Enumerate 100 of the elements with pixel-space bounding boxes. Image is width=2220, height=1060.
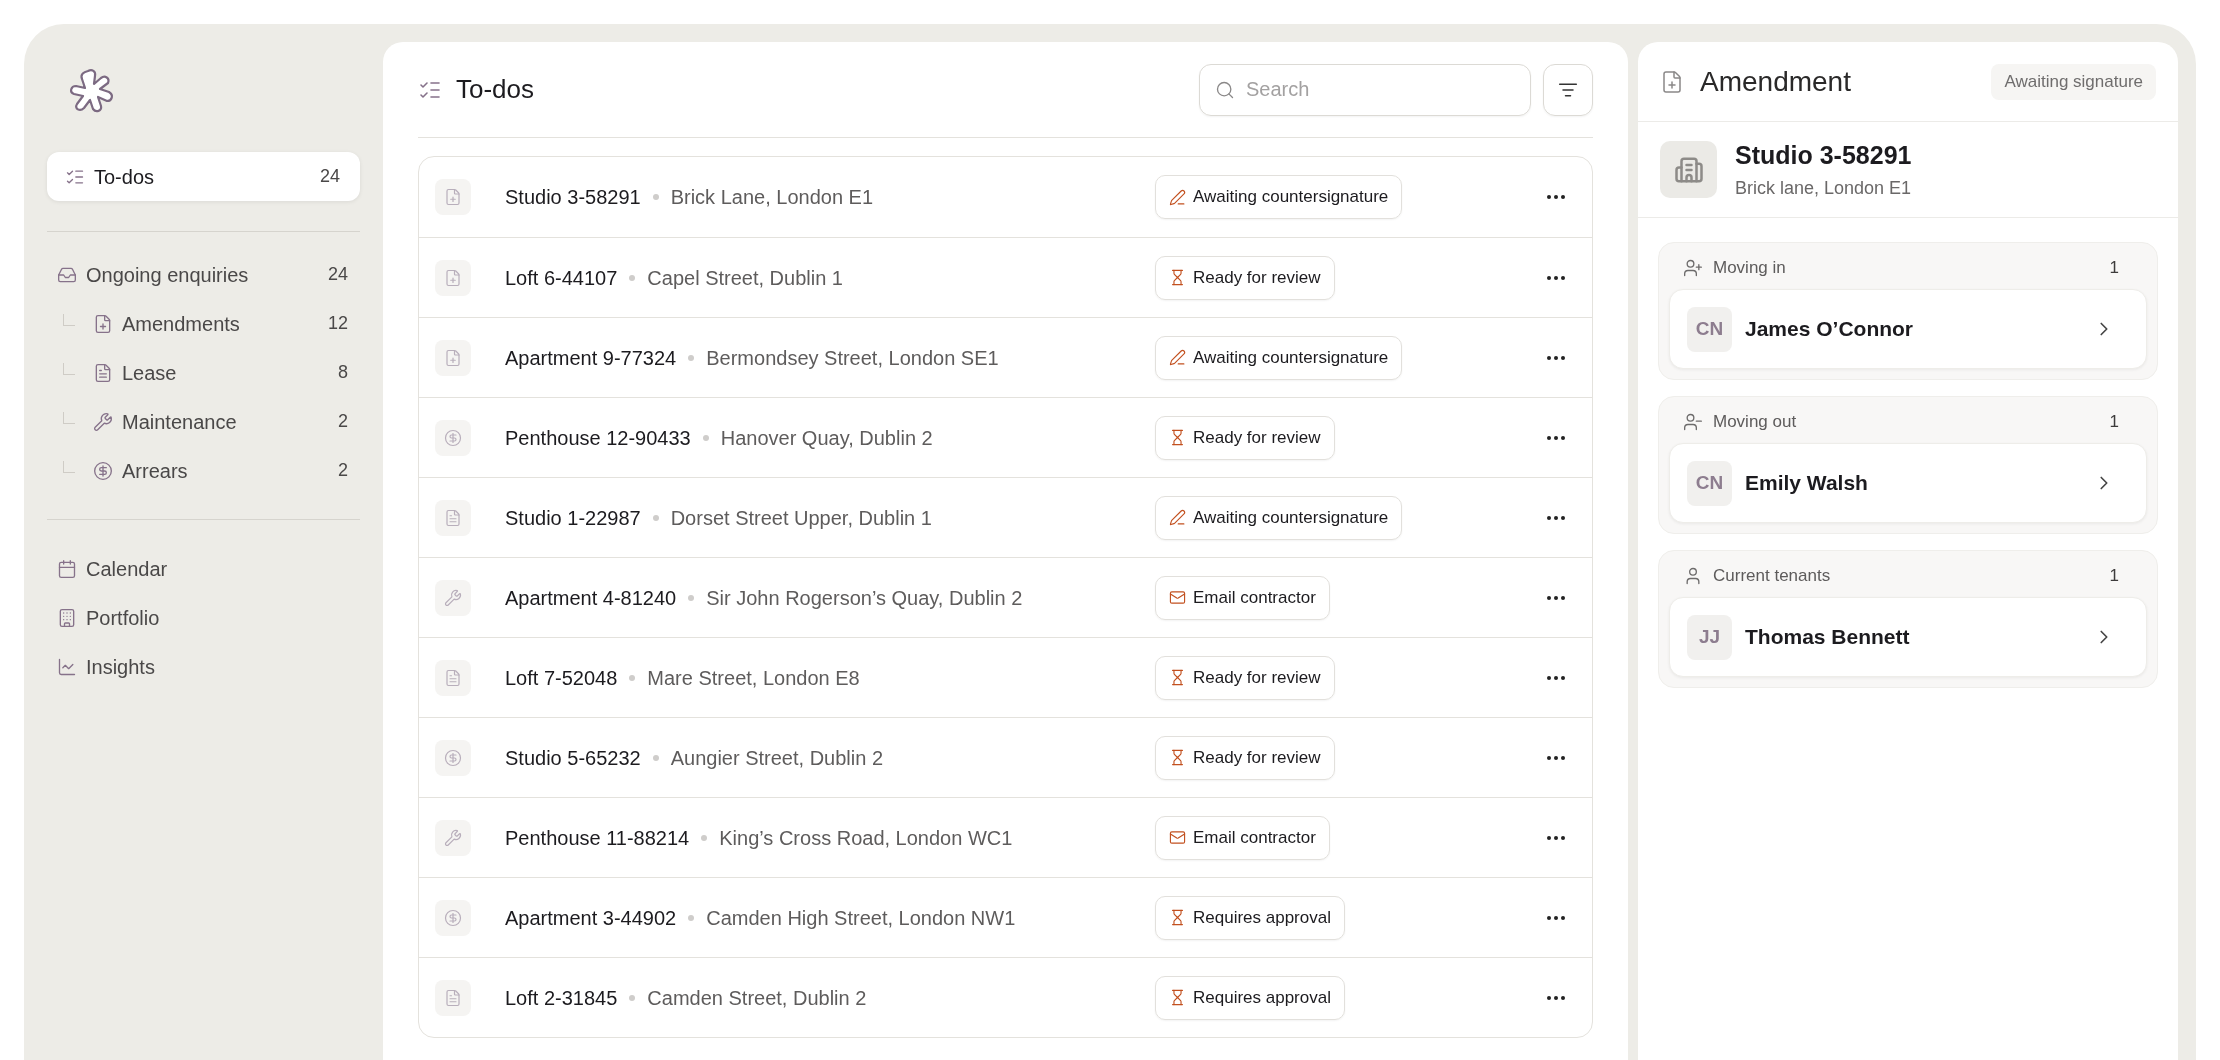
property-address: Camden Street, Dublin 2	[647, 985, 867, 1011]
more-icon	[1547, 275, 1565, 280]
property-address: Hanover Quay, Dublin 2	[720, 425, 933, 451]
property-name: Studio 3-58291	[505, 185, 641, 210]
user-plus-icon	[1683, 258, 1703, 278]
todo-row[interactable]: Studio 5-65232 Aungier Street, Dublin 2 Ready for review	[419, 717, 1592, 797]
asterisk-logo	[68, 67, 116, 115]
group-label: Current tenants	[1713, 565, 1832, 588]
property-address: Camden High Street, London NW1	[706, 905, 1016, 931]
group-count: 1	[2109, 257, 2120, 280]
todo-row[interactable]: Penthouse 12-90433 Hanover Quay, Dublin 2 Ready for review	[419, 397, 1592, 477]
sidebar-count: 12	[327, 312, 349, 335]
initials-avatar: CN	[1687, 306, 1732, 352]
file-plus-icon	[93, 313, 113, 334]
more-icon	[1547, 355, 1565, 360]
group-count: 1	[2109, 411, 2120, 434]
sidebar-item[interactable]: Arrears 2	[83, 446, 360, 495]
more-icon	[1547, 835, 1565, 840]
todo-row[interactable]: Loft 6-44107 Capel Street, Dublin 1 Ready for review	[419, 237, 1592, 317]
sidebar-label: Arrears	[122, 458, 189, 484]
document-icon	[444, 508, 462, 527]
sidebar-label: Maintenance	[122, 409, 238, 435]
sidebar-item[interactable]: Lease 8	[83, 348, 360, 397]
property-name: Apartment 3-44902	[505, 905, 677, 931]
status-badge: Requires approval	[1155, 975, 1345, 1020]
line-chart-icon	[57, 656, 77, 677]
sidebar-item[interactable]: Maintenance 2	[83, 397, 360, 446]
hourglass-icon	[1169, 909, 1186, 926]
panel-title: Amendment	[1700, 64, 1852, 99]
calendar-icon	[57, 558, 77, 579]
todo-row[interactable]: Apartment 4-81240 Sir John Rogerson’s Quay, Dublin 2 Email contractor	[419, 557, 1592, 637]
property-address: Mare Street, London E8	[647, 665, 860, 691]
todo-row[interactable]: Studio 1-22987 Dorset Street Upper, Dublin 1 Awaiting countersignature	[419, 477, 1592, 557]
sidebar-item[interactable]: Portfolio	[47, 593, 360, 642]
hourglass-icon	[1169, 669, 1186, 686]
property-address: King’s Cross Road, London WC1	[719, 825, 1013, 851]
status-badge: Email contractor	[1155, 575, 1330, 620]
property-address: Sir John Rogerson’s Quay, Dublin 2	[706, 585, 1023, 611]
tree-line	[63, 362, 75, 375]
property-name: Penthouse 12-90433	[505, 425, 691, 451]
file-plus-icon	[444, 268, 462, 287]
more-icon	[1547, 435, 1565, 440]
property-address: Capel Street, Dublin 1	[647, 265, 843, 291]
tenant-row[interactable]: CN James O’Connor	[1669, 289, 2147, 369]
tenant-name: James O’Connor	[1745, 316, 1915, 343]
wrench-icon	[444, 588, 462, 607]
more-icon	[1547, 995, 1565, 1000]
todo-row[interactable]: Apartment 9-77324 Bermondsey Street, London SE1 Awaiting countersignature	[419, 317, 1592, 397]
search-field[interactable]: Search	[1199, 63, 1531, 116]
initials-avatar: JJ	[1687, 614, 1732, 660]
document-icon	[444, 668, 462, 687]
todo-row[interactable]: Loft 7-52048 Mare Street, London E8 Ready for review	[419, 637, 1592, 717]
sidebar-item[interactable]: Ongoing enquiries 24	[47, 250, 360, 299]
property-name: Studio 5-65232	[505, 745, 641, 771]
tenant-row[interactable]: CN Emily Walsh	[1669, 443, 2147, 523]
sidebar-count: 2	[338, 459, 349, 482]
file-plus-icon	[444, 188, 462, 206]
file-plus-icon	[1660, 69, 1684, 94]
todo-row[interactable]: Apartment 3-44902 Camden High Street, London NW1 Requires approval	[419, 877, 1592, 957]
dollar-circle-icon	[444, 428, 462, 447]
sidebar-label: Amendments	[122, 311, 241, 337]
search-icon	[1215, 79, 1235, 100]
hourglass-icon	[1169, 749, 1186, 766]
sidebar-item[interactable]: Amendments 12	[83, 299, 360, 348]
property-address: Dorset Street Upper, Dublin 1	[670, 505, 932, 531]
pen-icon	[1169, 509, 1186, 526]
tree-line	[63, 411, 75, 424]
status-badge: Ready for review	[1155, 255, 1335, 300]
todo-row[interactable]: Penthouse 11-88214 King’s Cross Road, London WC1 Email contractor	[419, 797, 1592, 877]
tree-line	[63, 313, 75, 326]
more-icon	[1547, 755, 1565, 760]
more-icon	[1547, 915, 1565, 920]
property-name: Loft 6-44107	[505, 265, 618, 291]
sidebar-item[interactable]: Calendar	[47, 544, 360, 593]
status-badge: Ready for review	[1155, 415, 1335, 460]
todo-row[interactable]: Studio 3-58291 Brick Lane, London E1 Awaiting countersignature	[419, 157, 1592, 237]
group-label: Moving out	[1713, 411, 1798, 434]
pen-icon	[1169, 349, 1186, 366]
tenant-row[interactable]: JJ Thomas Bennett	[1669, 597, 2147, 677]
sidebar-label: Calendar	[86, 556, 169, 582]
status-badge: Ready for review	[1155, 655, 1335, 700]
status-badge: Awaiting countersignature	[1155, 335, 1403, 380]
property-name: Studio 3-58291	[1735, 140, 1912, 172]
filter-button[interactable]	[1543, 63, 1593, 116]
property-name: Penthouse 11-88214	[505, 825, 690, 851]
dollar-circle-icon	[444, 748, 462, 767]
wrench-icon	[444, 828, 462, 847]
building-icon	[57, 607, 77, 628]
todo-row[interactable]: Loft 2-31845 Camden Street, Dublin 2 Requires approval	[419, 957, 1592, 1037]
sidebar-item[interactable]: Insights	[47, 642, 360, 691]
sidebar-count: 2	[338, 410, 349, 433]
pen-icon	[1169, 188, 1186, 206]
status-badge: Requires approval	[1155, 895, 1345, 940]
user-minus-icon	[1683, 412, 1703, 432]
sidebar-label: Insights	[86, 654, 156, 680]
wrench-icon	[93, 411, 113, 432]
sidebar-item[interactable]: To-dos 24	[47, 152, 360, 201]
document-icon	[444, 988, 462, 1007]
hourglass-icon	[1169, 429, 1186, 446]
tree-line	[63, 460, 75, 473]
